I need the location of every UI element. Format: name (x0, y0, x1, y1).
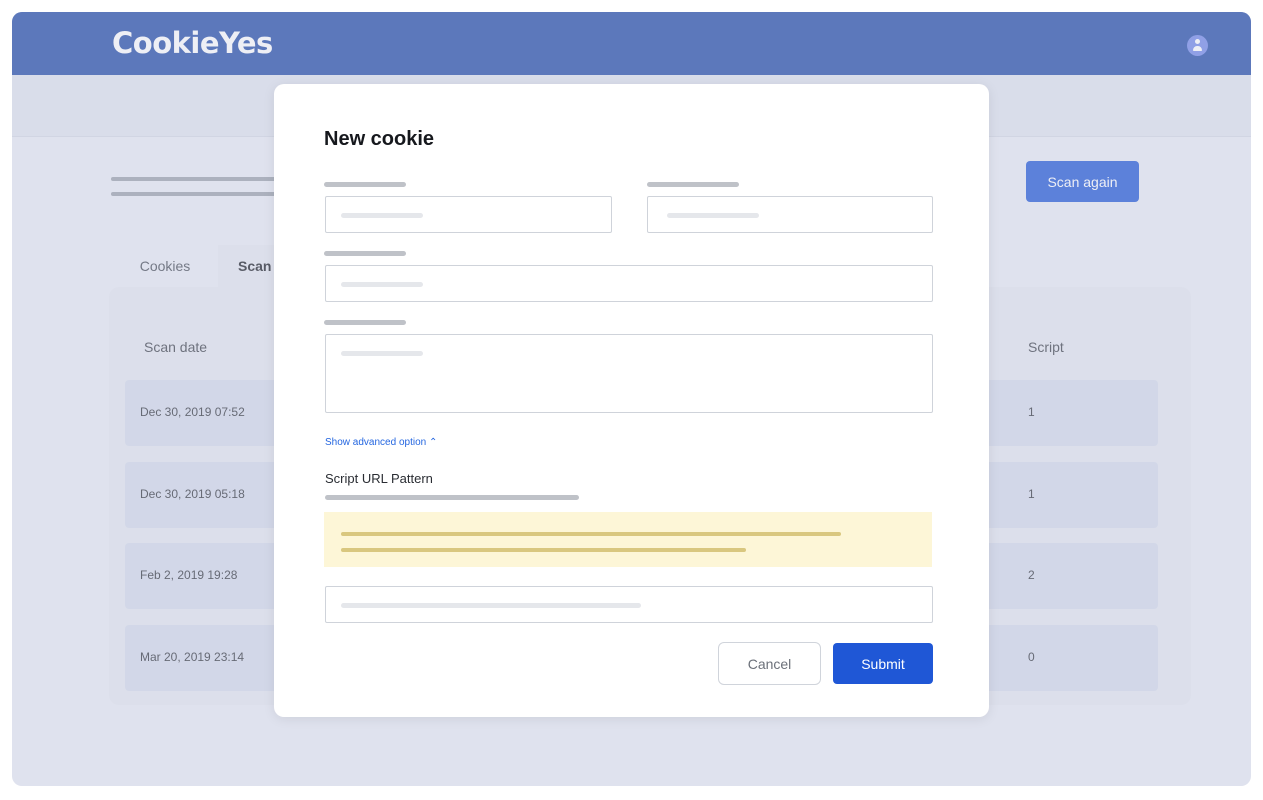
cookie-domain-input[interactable] (647, 196, 933, 233)
cancel-button[interactable]: Cancel (718, 642, 821, 685)
field-label-placeholder (324, 320, 406, 325)
app-window: CookieYes Scan again Cookies Scan Scan d… (12, 12, 1251, 786)
script-url-pattern-input[interactable] (325, 586, 933, 623)
cookie-name-input[interactable] (325, 196, 612, 233)
dialog-title: New cookie (324, 128, 435, 150)
info-notice (324, 512, 932, 567)
new-cookie-dialog: New cookie Show advanced option ⌃ Script… (274, 84, 989, 717)
show-advanced-option-link[interactable]: Show advanced option ⌃ (325, 437, 437, 448)
submit-button[interactable]: Submit (833, 643, 933, 684)
field-label-placeholder (324, 251, 406, 256)
cookie-description-textarea[interactable] (325, 334, 933, 413)
script-url-help-placeholder (325, 495, 579, 500)
cookie-duration-input[interactable] (325, 265, 933, 302)
field-label-placeholder (324, 182, 406, 187)
script-url-pattern-label: Script URL Pattern (325, 471, 433, 486)
field-label-placeholder (647, 182, 739, 187)
